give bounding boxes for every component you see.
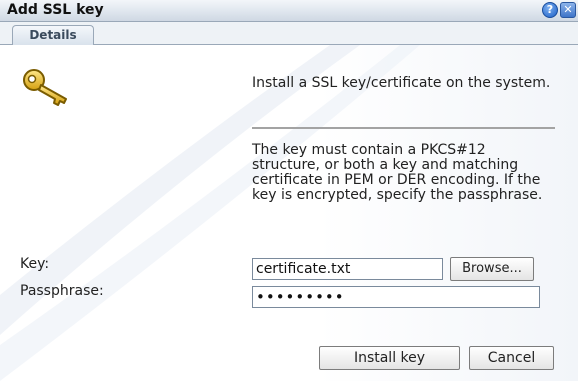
install-key-button[interactable]: Install key (319, 346, 460, 370)
close-icon[interactable]: ✕ (560, 2, 576, 18)
dialog-title: Add SSL key (7, 2, 104, 18)
dialog-titlebar: Add SSL key ? ✕ (0, 0, 578, 22)
key-label: Key: (20, 256, 50, 272)
dialog-body (0, 45, 578, 381)
description-text: Install a SSL key/certificate on the sys… (252, 75, 551, 91)
divider (252, 127, 555, 129)
cancel-button[interactable]: Cancel (469, 346, 554, 370)
tab-strip: Details (0, 22, 578, 45)
instructions-text: The key must contain a PKCS#12 structure… (252, 142, 543, 203)
key-icon (23, 69, 67, 106)
key-file-input[interactable]: certificate.txt (252, 258, 443, 280)
tab-details[interactable]: Details (12, 25, 94, 45)
passphrase-label: Passphrase: (20, 283, 104, 299)
browse-button[interactable]: Browse... (450, 257, 534, 281)
help-icon[interactable]: ? (542, 2, 558, 18)
passphrase-input[interactable]: ••••••••• (252, 286, 540, 308)
